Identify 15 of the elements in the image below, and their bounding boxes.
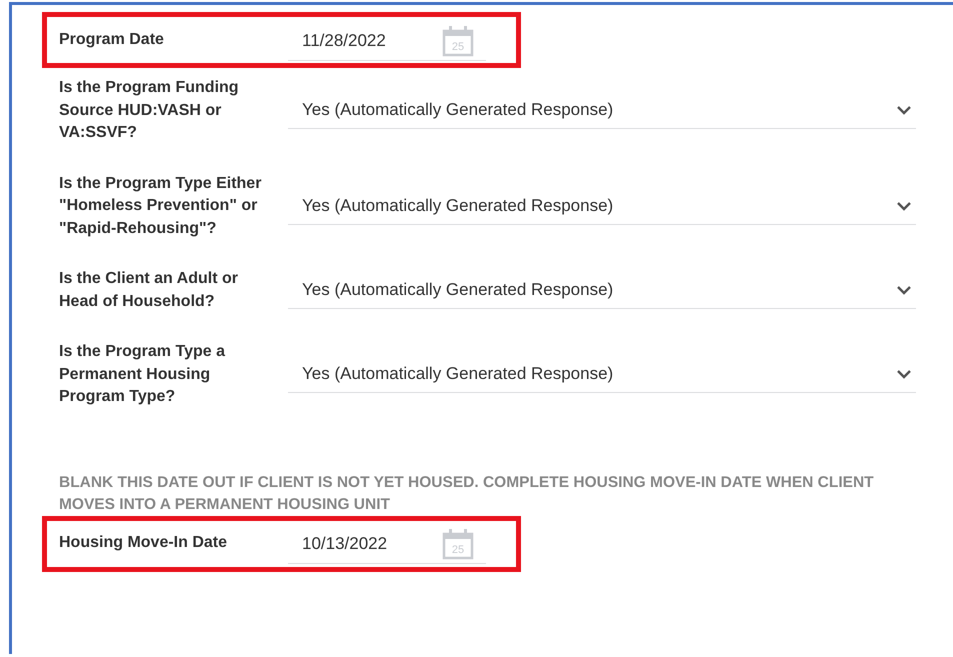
chevron-down-icon xyxy=(896,200,912,211)
instruction-text: BLANK THIS DATE OUT IF CLIENT IS NOT YET HOUSED. COMPLETE HOUSING MOVE-IN DATE WHEN CLIENT MOVES INTO A PERMANENT HOUSING UNIT xyxy=(59,472,875,514)
question-label: Is the Program Funding Source HUD:VASH or VA:SSVF? xyxy=(59,78,240,143)
question-label: Is the Program Type Either "Homeless Prevention" or "Rapid-Rehousing"? xyxy=(59,174,262,238)
dropdown-field[interactable]: Yes (Automatically Generated Response) xyxy=(288,356,916,394)
question-label: Is the Program Type a Permanent Housing Program Type? xyxy=(59,342,226,407)
chevron-down-icon xyxy=(896,285,912,295)
chevron-down-icon xyxy=(896,369,912,380)
field-label: Program Date xyxy=(59,30,165,50)
dropdown-field[interactable]: Yes (Automatically Generated Response) xyxy=(288,92,916,130)
field-label: Housing Move-In Date xyxy=(59,533,228,554)
question-label: Is the Client an Adult or Head of Household? xyxy=(59,269,239,312)
chevron-down-icon xyxy=(896,105,912,116)
dropdown-field[interactable]: Yes (Automatically Generated Response) xyxy=(288,188,916,225)
dropdown-field[interactable]: Yes (Automatically Generated Response) xyxy=(288,272,916,309)
